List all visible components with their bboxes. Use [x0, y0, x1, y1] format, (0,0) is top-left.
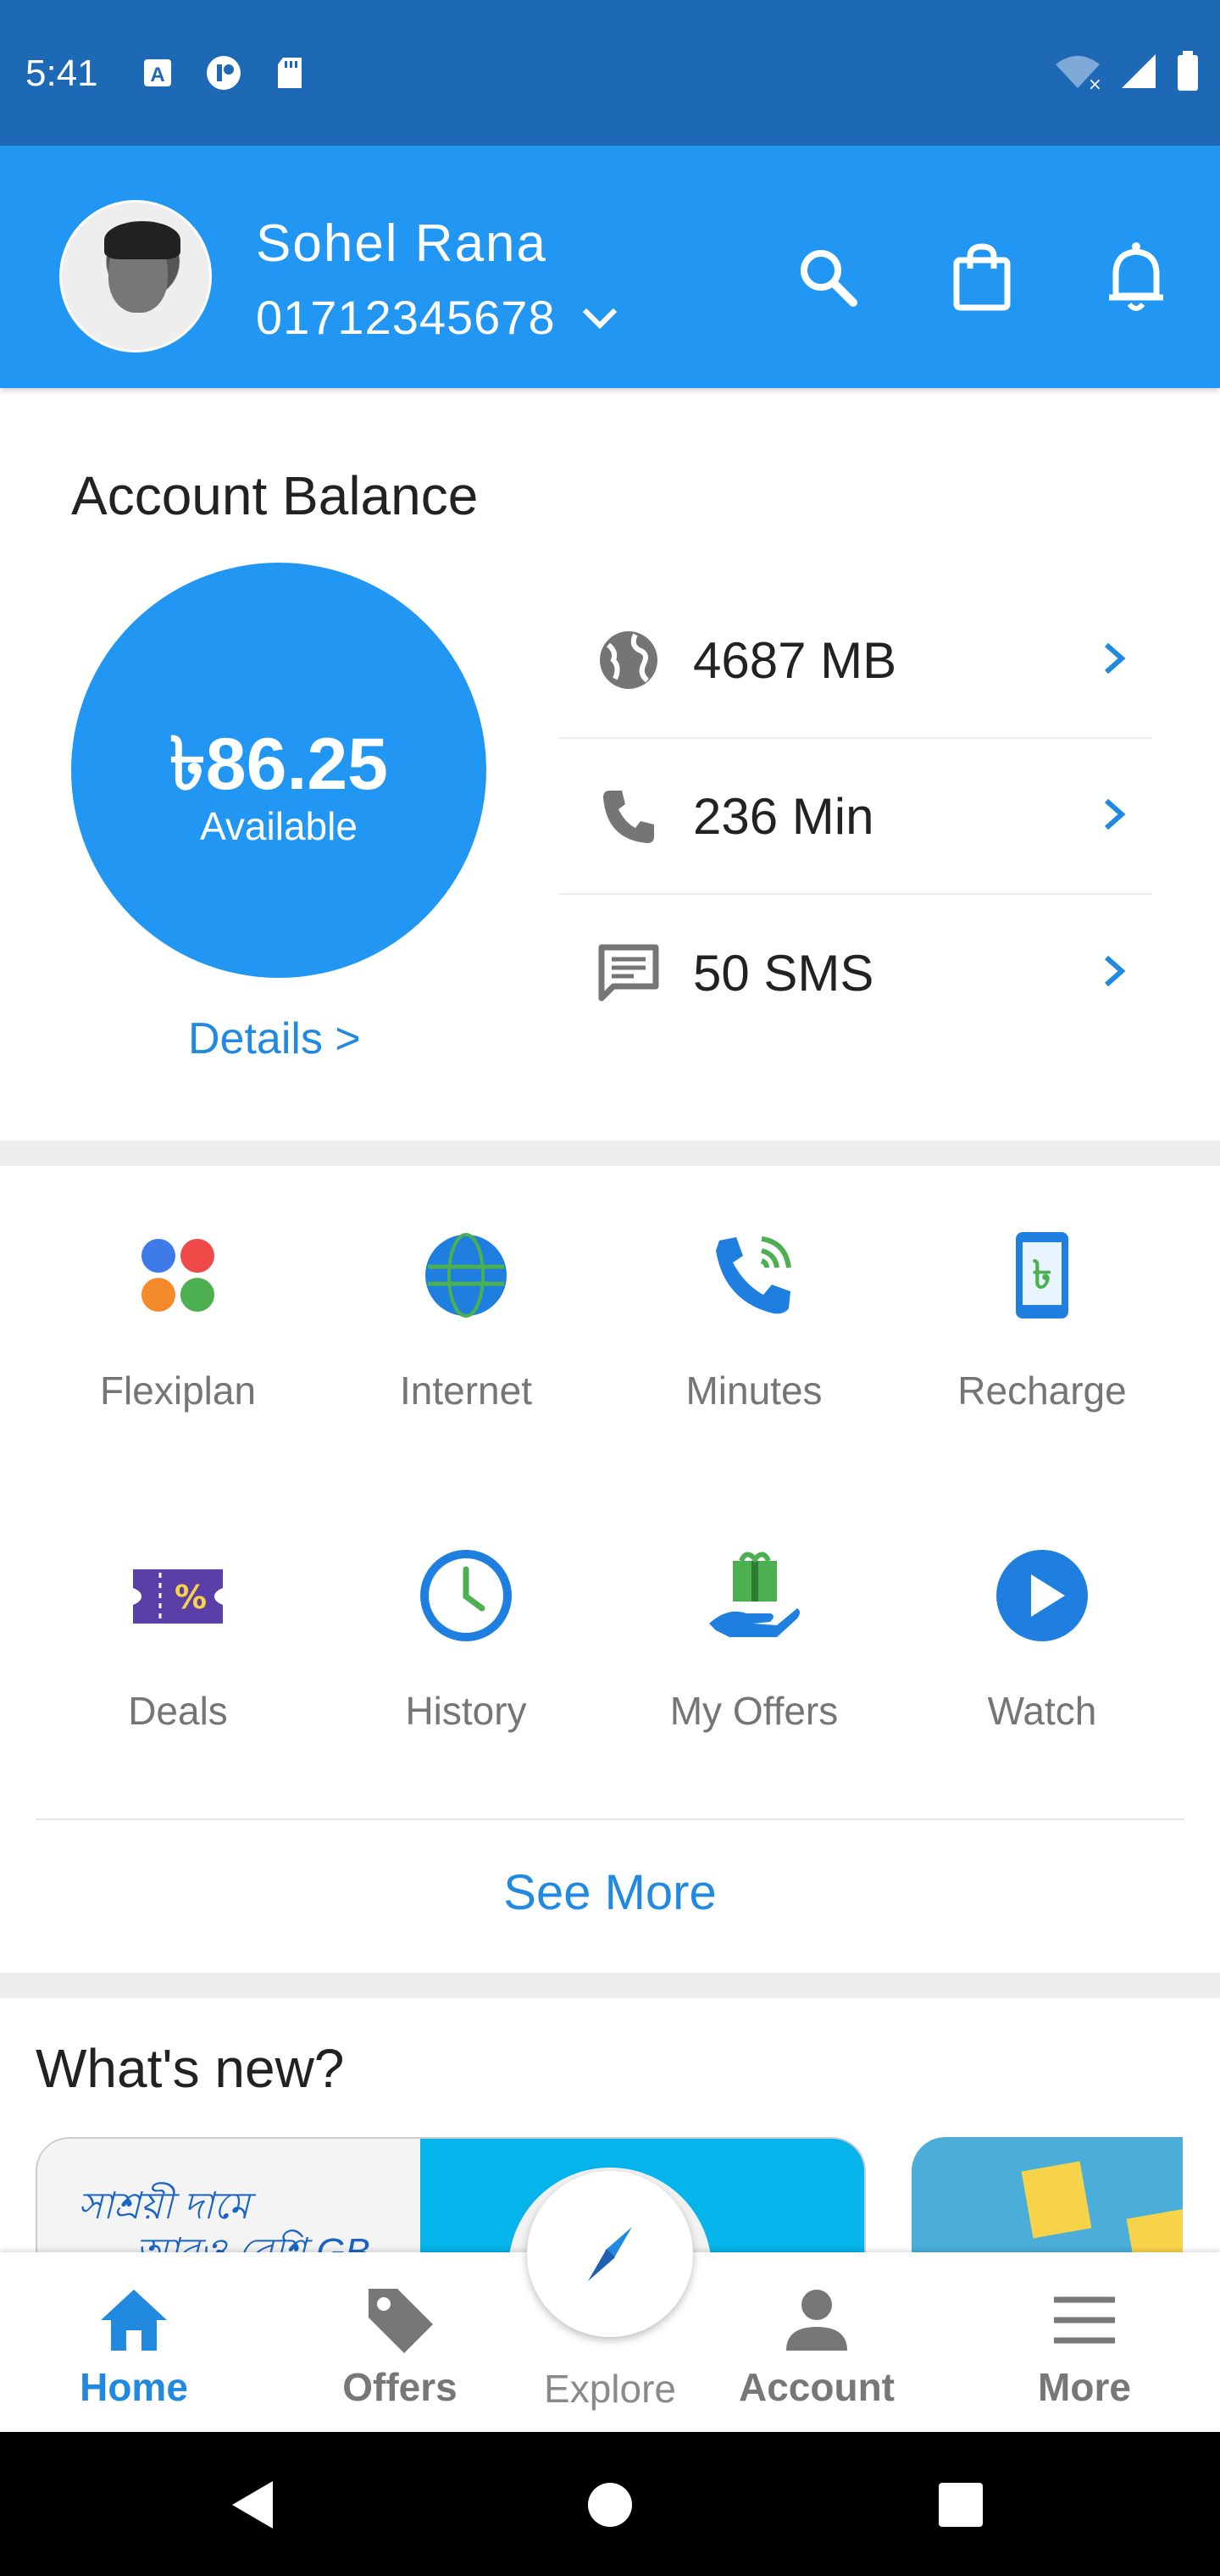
- system-navigation-bar: [0, 2432, 1220, 2576]
- avatar[interactable]: [59, 200, 212, 353]
- search-button[interactable]: [790, 239, 866, 315]
- wifi-icon: ×: [1056, 56, 1101, 90]
- nav-label: More: [1038, 2365, 1131, 2409]
- service-label: History: [405, 1689, 527, 1733]
- notification-icons: A: [142, 56, 305, 90]
- service-label: Watch: [987, 1689, 1097, 1733]
- service-label: My Offers: [669, 1689, 839, 1733]
- explore-button[interactable]: [527, 2171, 693, 2337]
- service-label: Minutes: [685, 1368, 823, 1413]
- svg-text:%: %: [175, 1579, 207, 1616]
- person-icon: [786, 2290, 847, 2351]
- sd-card-icon: [278, 58, 302, 88]
- minutes-icon: [716, 1236, 791, 1314]
- watch-icon: [996, 1550, 1088, 1641]
- svg-text:৳: ৳: [1033, 1252, 1052, 1297]
- balance-label: Available: [200, 804, 358, 848]
- section-divider: [0, 1973, 1220, 1998]
- balance-circle: ৳86.25 Available: [71, 563, 486, 978]
- usage-row-data[interactable]: 4687 MB: [559, 583, 1152, 739]
- phone-icon: [603, 791, 654, 843]
- status-bar: 5:41 A ×: [0, 0, 1220, 146]
- service-deals[interactable]: % Deals: [51, 1541, 305, 1734]
- nav-label: Explore: [544, 2367, 676, 2411]
- nav-home[interactable]: Home: [32, 2279, 236, 2410]
- gift-hand-icon: [709, 1552, 800, 1637]
- history-icon: [420, 1550, 512, 1641]
- service-my-offers[interactable]: My Offers: [627, 1541, 881, 1734]
- deals-icon: %: [133, 1569, 223, 1624]
- sms-icon: [598, 944, 659, 1002]
- nav-label: Offers: [342, 2365, 458, 2409]
- service-watch[interactable]: Watch: [915, 1541, 1169, 1734]
- system-indicators: ×: [1054, 51, 1200, 92]
- service-minutes[interactable]: Minutes: [627, 1220, 881, 1413]
- svg-text:A: A: [150, 64, 164, 86]
- compass-icon: [588, 2227, 632, 2281]
- service-flexiplan[interactable]: Flexiplan: [51, 1220, 305, 1413]
- internet-icon: [425, 1233, 507, 1318]
- see-more-button[interactable]: See More: [0, 1864, 1220, 1921]
- status-time: 5:41: [25, 53, 98, 94]
- phone-number-selector[interactable]: 01712345678: [256, 290, 618, 345]
- shopping-bag-icon: [953, 243, 1011, 311]
- usage-row-sms[interactable]: 50 SMS: [559, 895, 1152, 1051]
- details-link[interactable]: Details >: [188, 1013, 361, 1064]
- home-circle-icon[interactable]: [586, 2481, 634, 2529]
- recents-icon[interactable]: [937, 2481, 984, 2529]
- notifications-button[interactable]: [1098, 239, 1174, 315]
- nav-offers[interactable]: Offers: [298, 2279, 502, 2410]
- signal-icon: [1122, 54, 1156, 88]
- globe-icon: [600, 631, 657, 689]
- a-notification-icon: A: [144, 59, 171, 86]
- menu-icon: [1054, 2296, 1115, 2344]
- service-label: Recharge: [957, 1368, 1127, 1413]
- bell-icon: [1109, 242, 1163, 311]
- app-notification-icon: [207, 56, 241, 90]
- sms-balance: 50 SMS: [693, 944, 874, 1002]
- service-label: Flexiplan: [99, 1368, 257, 1413]
- chevron-down-icon: [582, 308, 617, 329]
- home-icon: [101, 2290, 167, 2351]
- account-balance-title: Account Balance: [71, 465, 479, 526]
- service-internet[interactable]: Internet: [339, 1220, 593, 1413]
- chevron-right-icon: [1105, 642, 1126, 674]
- flexiplan-icon: [141, 1239, 214, 1312]
- cart-button[interactable]: [944, 239, 1020, 315]
- nav-more[interactable]: More: [983, 2279, 1186, 2410]
- chevron-right-icon: [1105, 955, 1126, 986]
- service-history[interactable]: History: [339, 1541, 593, 1734]
- nav-label: Account: [739, 2365, 895, 2409]
- search-icon: [801, 250, 857, 307]
- chevron-right-icon: [1105, 798, 1126, 830]
- usage-row-minutes[interactable]: 236 Min: [559, 739, 1152, 895]
- nav-account[interactable]: Account: [715, 2279, 918, 2410]
- whats-new-title: What's new?: [36, 2038, 345, 2099]
- user-name: Sohel Rana: [256, 214, 548, 273]
- service-recharge[interactable]: ৳ Recharge: [915, 1220, 1169, 1413]
- service-label: Deals: [128, 1689, 228, 1733]
- tag-icon: [369, 2289, 433, 2353]
- section-divider: [0, 1141, 1220, 1166]
- grid-divider: [36, 1818, 1184, 1820]
- nav-label: Home: [80, 2365, 188, 2409]
- app-header: Sohel Rana 01712345678: [0, 146, 1220, 388]
- phone-number: 01712345678: [256, 291, 556, 344]
- back-icon[interactable]: [227, 2478, 278, 2532]
- data-balance: 4687 MB: [693, 631, 897, 689]
- service-label: Internet: [400, 1368, 532, 1413]
- svg-text:×: ×: [1088, 74, 1101, 90]
- minutes-balance: 236 Min: [693, 787, 874, 845]
- battery-icon: [1178, 51, 1198, 91]
- recharge-icon: ৳: [1016, 1232, 1068, 1319]
- nav-explore[interactable]: Explore: [508, 2362, 712, 2412]
